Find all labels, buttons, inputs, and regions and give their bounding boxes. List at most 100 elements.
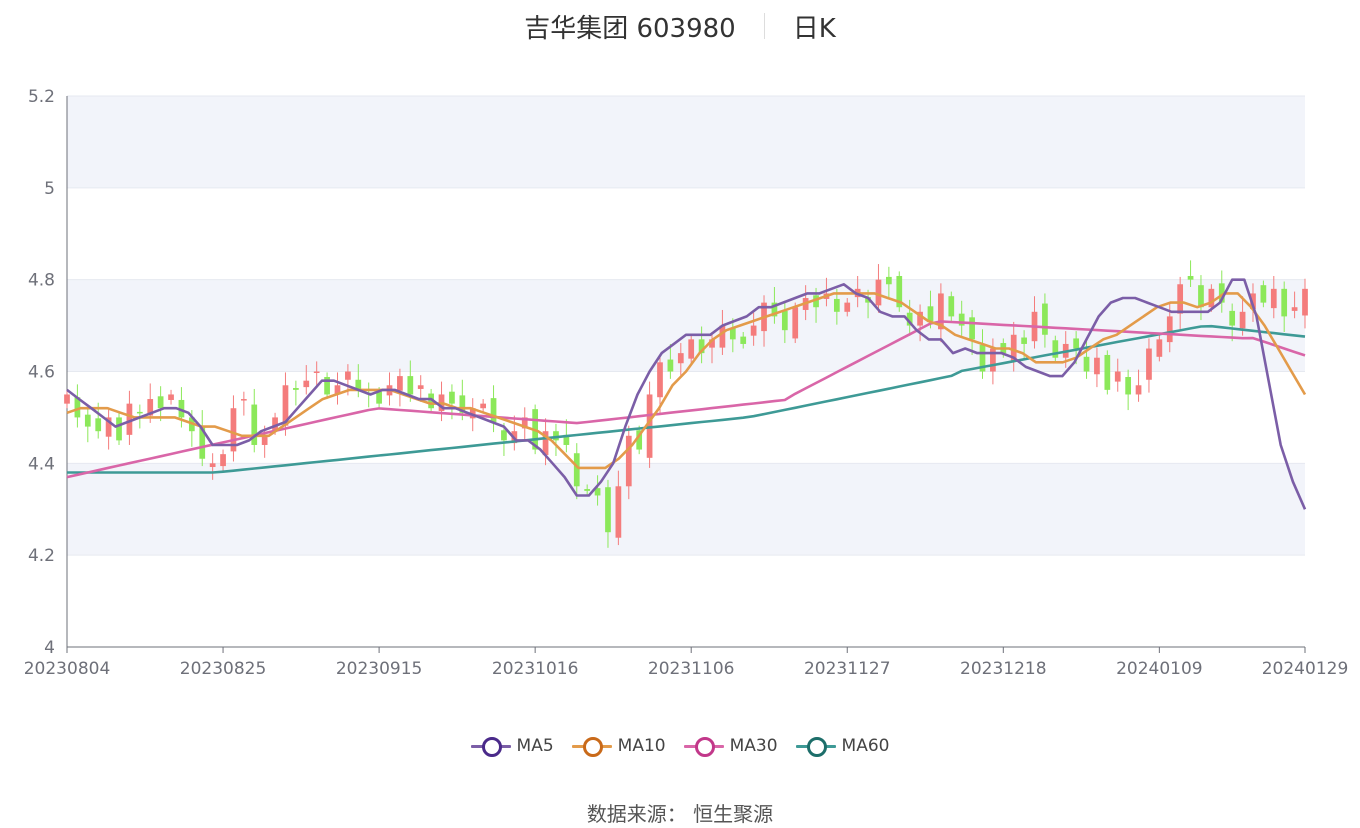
grid-band [67,463,1305,556]
candle-body [844,302,851,312]
candle-body [209,463,216,468]
candle [116,412,122,445]
y-tick-label: 4.6 [28,363,55,383]
candle-body [969,317,975,340]
candle-body [1260,285,1267,303]
legend-ma30-swatch [683,736,724,757]
x-tick-label: 20240129 [1262,659,1349,679]
candle-body [116,417,122,441]
candle-body [1239,311,1246,329]
candle-body [833,298,840,312]
candle [84,407,91,443]
candle-body [313,371,320,373]
candle-body [1166,316,1173,343]
candle [157,386,164,422]
candle-body [667,359,674,372]
y-tick-label: 4.8 [28,271,55,291]
x-tick-label: 20230915 [336,659,423,679]
candle-body [1156,339,1163,357]
legend-ma30[interactable]: MA30 [683,736,778,757]
y-tick-label: 5.2 [28,87,55,107]
candle [293,380,299,406]
legend-ma30-label: MA30 [729,736,778,756]
candle-body [1291,307,1298,311]
candle [521,407,528,442]
candle-body [625,435,632,487]
grid-band [67,96,1305,188]
legend-ma10[interactable]: MA10 [571,736,666,757]
candle-body [886,276,892,285]
candle [1104,350,1111,395]
plot-area: 4 4.2 4.4 4.6 4.8 5 5.2 20230804 20230825 2023091… [24,87,1349,679]
candle [126,390,133,445]
candle-body [1177,284,1184,314]
candle [324,372,330,400]
candle-body [927,306,934,321]
candle-body [1125,377,1132,395]
candle [511,415,518,451]
legend-ma5-label: MA5 [516,736,554,756]
legend-ma5[interactable]: MA5 [470,736,554,757]
candle-body [1281,288,1288,317]
candle-body [1094,357,1100,375]
legend-ma10-swatch [571,736,612,757]
candle-body [1270,288,1277,309]
candle-body [1302,288,1308,316]
candle [168,389,174,405]
candle-body [417,385,424,389]
x-tick-label: 20240109 [1116,659,1203,679]
candle-body [480,403,486,409]
candle [490,385,497,433]
candle-body [345,371,351,380]
candle [240,391,247,416]
candle-body [168,394,174,400]
y-tick-label: 4.4 [28,454,55,474]
legend-ma60-swatch [795,736,836,757]
legend-ma10-label: MA10 [617,736,666,756]
candle-body [64,394,70,404]
candle [397,368,403,407]
x-tick-label: 20231106 [648,659,735,679]
candle-body [573,453,580,487]
y-tick-label: 5 [44,179,55,199]
candle-body [1135,385,1142,395]
candle [896,271,903,312]
chart-legend: MA5 MA10 MA30 MA60 [0,736,1360,757]
candle-body [1187,275,1194,280]
candle [1125,369,1132,411]
candle-body [449,391,455,404]
candle-body [719,325,726,348]
candle-body [657,362,663,398]
source-name: 恒生聚源 [693,802,774,826]
candle-body [220,454,226,467]
candle [334,372,341,405]
candle-body [740,336,747,344]
candle-body [240,399,247,401]
candle-body [948,296,955,317]
legend-ma5-swatch [470,736,511,757]
x-tick-label: 20230804 [24,659,111,679]
candle-body [1146,348,1152,380]
candle-body [1073,338,1079,349]
candle-body [875,279,882,306]
candle-body [1083,356,1090,372]
candle-body [688,339,695,359]
data-source: 数据来源： 恒生聚源 [0,798,1360,827]
candle-body [1114,371,1121,382]
x-tick-label: 20231127 [804,659,891,679]
candle-body [1229,310,1236,326]
candle-body [136,411,143,414]
candle-body [397,376,403,391]
x-tick-label: 20231016 [492,659,579,679]
candle-body [490,398,497,423]
grid-band [67,279,1305,372]
legend-ma60-label: MA60 [841,736,890,756]
candle-body [84,414,91,427]
candle-body [615,486,622,538]
x-tick-label: 20231218 [960,659,1047,679]
candle-body [501,430,507,441]
candle-body [750,325,757,336]
candle-body [261,435,268,445]
legend-ma60[interactable]: MA60 [795,736,890,757]
candle-body [407,376,414,395]
